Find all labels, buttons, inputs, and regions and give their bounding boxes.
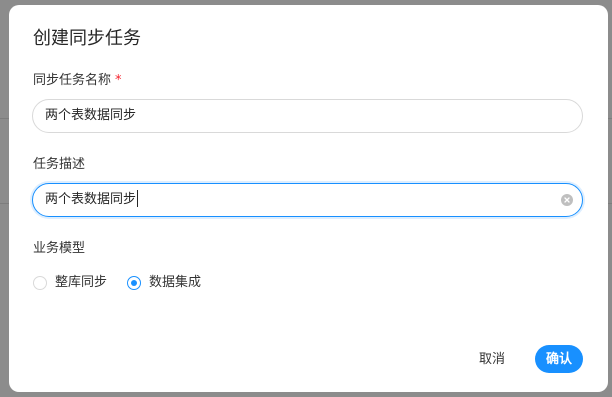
business-model-radio-group: 整库同步 数据集成 (33, 275, 221, 291)
radio-label: 整库同步 (55, 275, 108, 290)
radio-button-checked[interactable] (127, 276, 142, 290)
create-sync-task-dialog: 创建同步任务 同步任务名称 * 两个表数据同步 任务描述 两个表数据同步 业务模型… (9, 5, 608, 392)
dialog-title: 创建同步任务 (33, 28, 141, 49)
text-caret (137, 190, 139, 207)
task-name-label: 同步任务名称 * (33, 73, 122, 89)
cancel-button[interactable]: 取消 (475, 346, 509, 372)
required-mark: * (115, 73, 122, 88)
task-description-label: 任务描述 (33, 157, 86, 172)
task-name-label-text: 同步任务名称 (33, 73, 112, 88)
radio-label: 数据集成 (149, 275, 202, 290)
task-name-value: 两个表数据同步 (45, 108, 137, 123)
task-name-input[interactable]: 两个表数据同步 (32, 99, 583, 133)
confirm-button[interactable]: 确认 (535, 345, 583, 373)
business-model-label: 业务模型 (33, 241, 86, 256)
radio-option-full-db-sync[interactable]: 整库同步 (33, 275, 107, 291)
radio-button-unchecked[interactable] (33, 276, 47, 290)
task-description-input[interactable]: 两个表数据同步 (32, 183, 583, 217)
task-description-value: 两个表数据同步 (45, 192, 137, 207)
radio-option-data-integration[interactable]: 数据集成 (127, 275, 201, 291)
close-circle-icon[interactable] (561, 194, 573, 206)
